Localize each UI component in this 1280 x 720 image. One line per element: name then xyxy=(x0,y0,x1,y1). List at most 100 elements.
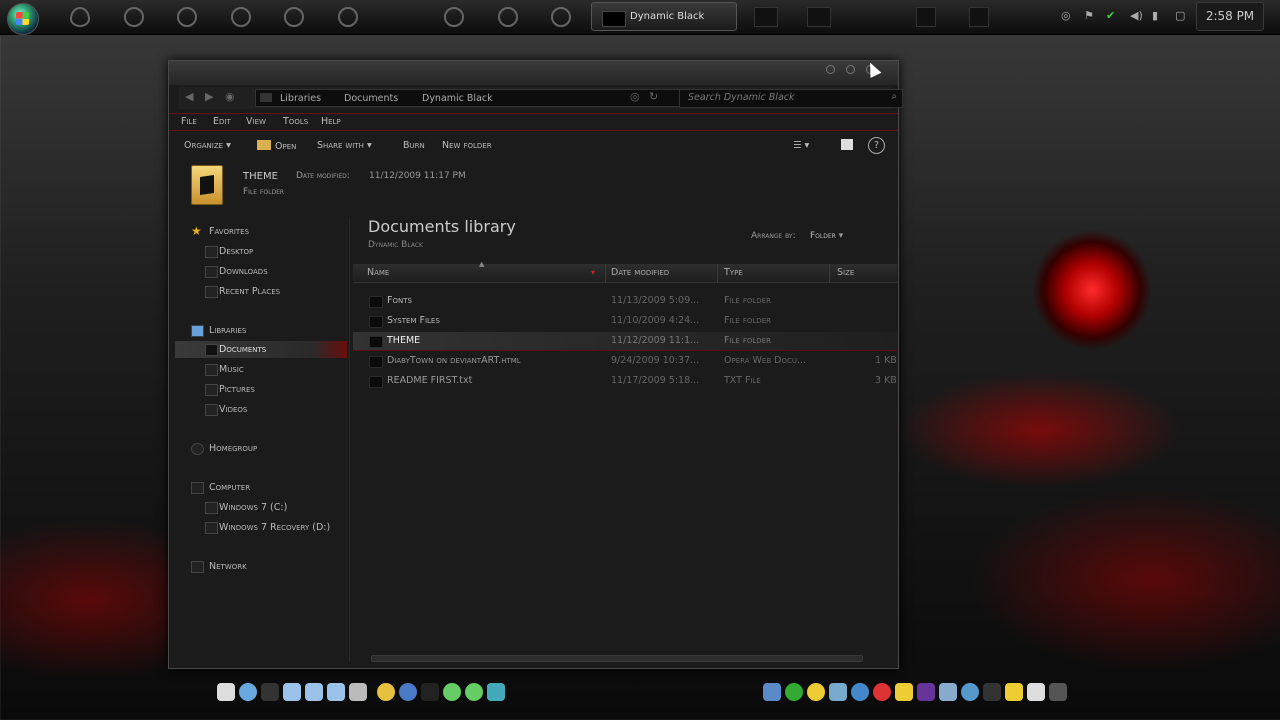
cmd-icon[interactable] xyxy=(754,7,778,27)
nav-drive-c[interactable]: Windows 7 (C:) xyxy=(175,499,347,516)
monitor-icon[interactable] xyxy=(939,683,957,701)
tray-volume-icon[interactable]: ◀) xyxy=(1130,9,1143,22)
minimize-button[interactable] xyxy=(826,65,835,74)
menu-file[interactable]: File xyxy=(181,116,197,127)
recent-pages-icon[interactable]: ◉ xyxy=(225,90,235,103)
column-name[interactable]: Name xyxy=(367,267,389,278)
column-separator[interactable] xyxy=(605,264,606,282)
title-bar[interactable] xyxy=(169,61,898,85)
xbox-icon[interactable] xyxy=(443,683,461,701)
monitor-icon[interactable] xyxy=(1049,683,1067,701)
crumb-libraries[interactable]: Libraries xyxy=(280,93,321,104)
file-row[interactable]: DiabyTown on deviantART.html 9/24/2009 1… xyxy=(353,352,897,370)
menu-view[interactable]: View xyxy=(246,116,266,127)
bee-icon[interactable] xyxy=(895,683,913,701)
folder-icon[interactable] xyxy=(327,683,345,701)
arrange-by-value[interactable]: Folder xyxy=(810,231,836,241)
maximize-button[interactable] xyxy=(846,65,855,74)
globe-icon[interactable] xyxy=(338,7,358,27)
taskbar-task-explorer[interactable]: Dynamic Black xyxy=(591,2,737,31)
folder-icon[interactable] xyxy=(305,683,323,701)
firefox-icon[interactable] xyxy=(124,7,144,27)
dropdown-icon[interactable]: ◎ xyxy=(630,90,640,103)
tools-icon[interactable] xyxy=(349,683,367,701)
help-button[interactable]: ? xyxy=(868,137,885,154)
text-icon[interactable] xyxy=(916,7,936,27)
globe-icon[interactable] xyxy=(851,683,869,701)
forward-button[interactable]: ▶ xyxy=(205,90,213,103)
refresh-icon[interactable]: ↻ xyxy=(649,90,658,103)
app-icon[interactable] xyxy=(917,683,935,701)
phone-icon[interactable] xyxy=(487,683,505,701)
nav-computer[interactable]: Computer xyxy=(175,479,347,496)
image-icon[interactable] xyxy=(763,683,781,701)
menu-tools[interactable]: Tools xyxy=(283,116,308,127)
nav-libraries[interactable]: Libraries xyxy=(175,322,347,339)
organize-button[interactable]: Organize ▾ xyxy=(184,140,231,151)
nav-downloads[interactable]: Downloads xyxy=(175,263,347,280)
arrange-by[interactable]: Arrange by: Folder ▾ xyxy=(751,231,843,241)
plane-icon[interactable] xyxy=(1005,683,1023,701)
preview-pane-icon[interactable] xyxy=(841,139,853,150)
swirl-icon[interactable] xyxy=(785,683,803,701)
nav-pictures[interactable]: Pictures xyxy=(175,381,347,398)
new-folder-button[interactable]: New folder xyxy=(442,140,492,151)
paw-icon[interactable] xyxy=(261,683,279,701)
clock[interactable]: 2:58 PM xyxy=(1196,2,1264,31)
file-row[interactable]: System Files 11/10/2009 4:24... File fol… xyxy=(353,312,897,330)
thunderbird-icon[interactable] xyxy=(231,7,251,27)
nav-recent-places[interactable]: Recent Places xyxy=(175,283,347,300)
folder-icon[interactable] xyxy=(283,683,301,701)
nav-music[interactable]: Music xyxy=(175,361,347,378)
itunes-icon[interactable] xyxy=(551,7,571,27)
view-options-icon[interactable]: ☰ ▾ xyxy=(793,140,809,151)
messenger-icon[interactable] xyxy=(399,683,417,701)
ie-icon[interactable] xyxy=(239,683,257,701)
nav-drive-d[interactable]: Windows 7 Recovery (D:) xyxy=(175,519,347,536)
file-row[interactable]: README FIRST.txt 11/17/2009 5:18... TXT … xyxy=(353,372,897,390)
crumb-documents[interactable]: Documents xyxy=(344,93,398,104)
opera-icon[interactable] xyxy=(70,7,90,27)
tray-network-icon[interactable]: ▮ xyxy=(1152,9,1158,22)
chrome-icon[interactable] xyxy=(177,7,197,27)
horizontal-scrollbar[interactable] xyxy=(371,655,863,662)
media-icon[interactable] xyxy=(444,7,464,27)
tray-flag-icon[interactable]: ⚑ xyxy=(1084,9,1094,22)
menu-help[interactable]: Help xyxy=(321,116,341,127)
cat-icon[interactable] xyxy=(421,683,439,701)
file-row-selected[interactable]: THEME 11/12/2009 11:1... File folder xyxy=(353,332,897,351)
share-with-button[interactable]: Share with ▾ xyxy=(317,140,372,151)
user-icon[interactable] xyxy=(377,683,395,701)
chrome-icon[interactable] xyxy=(873,683,891,701)
black-window-icon[interactable] xyxy=(807,7,831,27)
nav-homegroup[interactable]: Homegroup xyxy=(175,440,347,457)
star-icon[interactable] xyxy=(807,683,825,701)
network-icon[interactable] xyxy=(961,683,979,701)
trash-icon[interactable] xyxy=(1027,683,1045,701)
column-date[interactable]: Date modified xyxy=(611,267,669,278)
column-name-dropdown[interactable]: ▾ xyxy=(591,268,595,277)
notepad-icon[interactable] xyxy=(217,683,235,701)
tray-usb-icon[interactable]: ▢ xyxy=(1175,9,1185,22)
nav-documents[interactable]: Documents xyxy=(175,341,347,358)
compass-icon[interactable] xyxy=(284,7,304,27)
menu-edit[interactable]: Edit xyxy=(213,116,231,127)
open-button[interactable]: Open xyxy=(257,140,296,152)
column-separator[interactable] xyxy=(829,264,830,282)
file-row[interactable]: Fonts 11/13/2009 5:09... File folder xyxy=(353,292,897,310)
nav-favorites[interactable]: ★ Favorites xyxy=(175,223,347,240)
column-type[interactable]: Type xyxy=(724,267,743,278)
tools-icon[interactable] xyxy=(983,683,1001,701)
crumb-dynamic-black[interactable]: Dynamic Black xyxy=(422,93,493,104)
back-button[interactable]: ◀ xyxy=(185,90,193,103)
tray-power-icon[interactable]: ◎ xyxy=(1061,9,1071,22)
checkbox-icon[interactable] xyxy=(969,7,989,27)
start-button[interactable] xyxy=(7,3,39,35)
nav-desktop[interactable]: Desktop xyxy=(175,243,347,260)
tray-check-icon[interactable]: ✔ xyxy=(1106,9,1115,22)
search-input[interactable]: Search Dynamic Black ⌕ xyxy=(679,89,903,108)
window-icon[interactable] xyxy=(829,683,847,701)
play-icon[interactable] xyxy=(498,7,518,27)
burn-button[interactable]: Burn xyxy=(403,140,425,151)
xbox-icon[interactable] xyxy=(465,683,483,701)
